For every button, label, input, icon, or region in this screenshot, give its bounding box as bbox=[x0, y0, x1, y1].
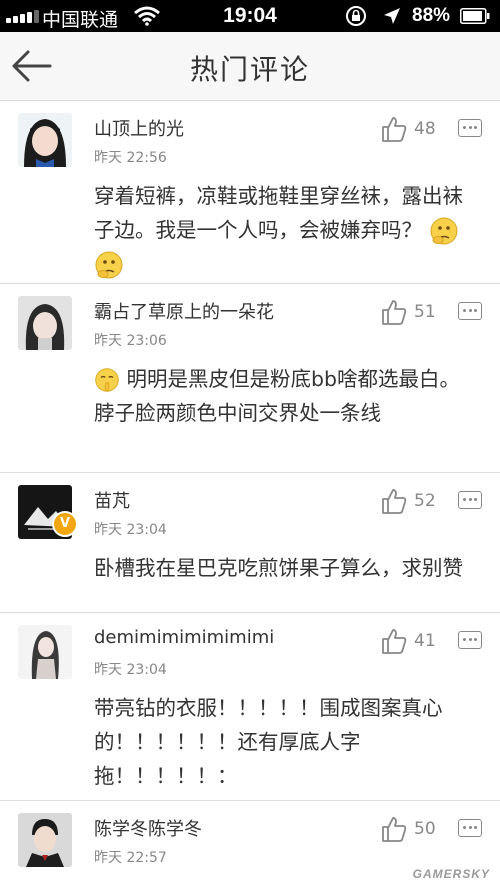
timestamp: 昨天 22:57 bbox=[94, 850, 167, 866]
watermark: GAMERSKY bbox=[412, 867, 490, 881]
comment-body: 带亮钻的衣服！！！！！围成图案真心的！！！！！！还有厚底人字拖！！！！！： bbox=[94, 696, 443, 788]
like-count: 41 bbox=[414, 631, 436, 651]
avatar[interactable] bbox=[18, 813, 72, 867]
comment-body: 明明是黑皮但是粉底bb啥都选最白。脖子脸两颜色中间交界处一条线 bbox=[94, 367, 461, 425]
comment-item: 陈学冬陈学冬 昨天 22:57 50 bbox=[0, 801, 500, 871]
comment-text: 穿着短裤，凉鞋或拖鞋里穿丝袜，露出袜子边。我是一个人吗，会被嫌弃吗？ bbox=[94, 179, 464, 281]
comment-text: 卧槽我在星巴克吃煎饼果子算么，求别赞 bbox=[94, 551, 464, 585]
thumbs-up-icon bbox=[382, 817, 407, 842]
username[interactable]: 陈学冬陈学冬 bbox=[94, 815, 202, 841]
thumbs-up-icon bbox=[382, 300, 407, 325]
thinking-face-emoji bbox=[95, 251, 123, 279]
avatar[interactable] bbox=[18, 625, 72, 679]
comment-body: 卧槽我在星巴克吃煎饼果子算么，求别赞 bbox=[94, 556, 463, 580]
avatar[interactable] bbox=[18, 113, 72, 167]
nav-bar: 热门评论 bbox=[0, 32, 500, 101]
comment-item: V 苗芃 昨天 23:04 52 卧槽我在星巴克吃煎饼果子算么，求别赞 bbox=[0, 473, 500, 613]
thumbs-up-icon bbox=[382, 629, 407, 654]
thumbs-up-icon bbox=[382, 489, 407, 514]
thinking-face-emoji bbox=[430, 217, 458, 245]
page-title: 热门评论 bbox=[189, 53, 310, 86]
timestamp: 昨天 23:04 bbox=[94, 522, 167, 538]
verified-badge: V bbox=[52, 511, 78, 537]
username[interactable]: 霸占了草原上的一朵花 bbox=[94, 298, 274, 324]
comment-text: 明明是黑皮但是粉底bb啥都选最白。脖子脸两颜色中间交界处一条线 bbox=[94, 362, 464, 430]
battery-icon bbox=[460, 8, 490, 24]
timestamp: 昨天 23:04 bbox=[94, 662, 167, 678]
comment-list: 山顶上的光 昨天 22:56 48 穿着短裤，凉鞋或拖鞋里穿丝袜，露出袜子边。我… bbox=[0, 101, 500, 871]
avatar[interactable] bbox=[18, 296, 72, 350]
timestamp: 昨天 22:56 bbox=[94, 150, 167, 166]
username[interactable]: 山顶上的光 bbox=[94, 115, 184, 141]
battery-percent: 88% bbox=[412, 5, 451, 26]
comment-item: 山顶上的光 昨天 22:56 48 穿着短裤，凉鞋或拖鞋里穿丝袜，露出袜子边。我… bbox=[0, 101, 500, 284]
more-options-icon[interactable] bbox=[458, 302, 482, 320]
more-options-icon[interactable] bbox=[458, 819, 482, 837]
more-options-icon[interactable] bbox=[458, 491, 482, 509]
location-icon bbox=[384, 8, 400, 24]
like-count: 51 bbox=[414, 302, 436, 322]
status-bar: 中国联通 19:04 88% bbox=[0, 0, 500, 32]
rotation-lock-icon bbox=[346, 6, 366, 26]
comment-item: 霸占了草原上的一朵花 昨天 23:06 51 明明是黑皮但是粉底bb啥都选最白。… bbox=[0, 284, 500, 473]
more-options-icon[interactable] bbox=[458, 119, 482, 137]
like-count: 52 bbox=[414, 491, 436, 511]
comment-item: demimimimimimimi 昨天 23:04 41 带亮钻的衣服！！！！！… bbox=[0, 613, 500, 801]
more-options-icon[interactable] bbox=[458, 631, 482, 649]
timestamp: 昨天 23:06 bbox=[94, 333, 167, 349]
comment-body: 穿着短裤，凉鞋或拖鞋里穿丝袜，露出袜子边。我是一个人吗，会被嫌弃吗？ bbox=[94, 184, 463, 242]
like-count: 48 bbox=[414, 119, 436, 139]
username[interactable]: demimimimimimimi bbox=[94, 627, 274, 648]
username[interactable]: 苗芃 bbox=[94, 487, 130, 513]
shushing-face-emoji bbox=[95, 368, 119, 392]
thumbs-up-icon bbox=[382, 117, 407, 142]
like-count: 50 bbox=[414, 819, 436, 839]
comment-text: 带亮钻的衣服！！！！！围成图案真心的！！！！！！还有厚底人字拖！！！！！： bbox=[94, 691, 464, 793]
